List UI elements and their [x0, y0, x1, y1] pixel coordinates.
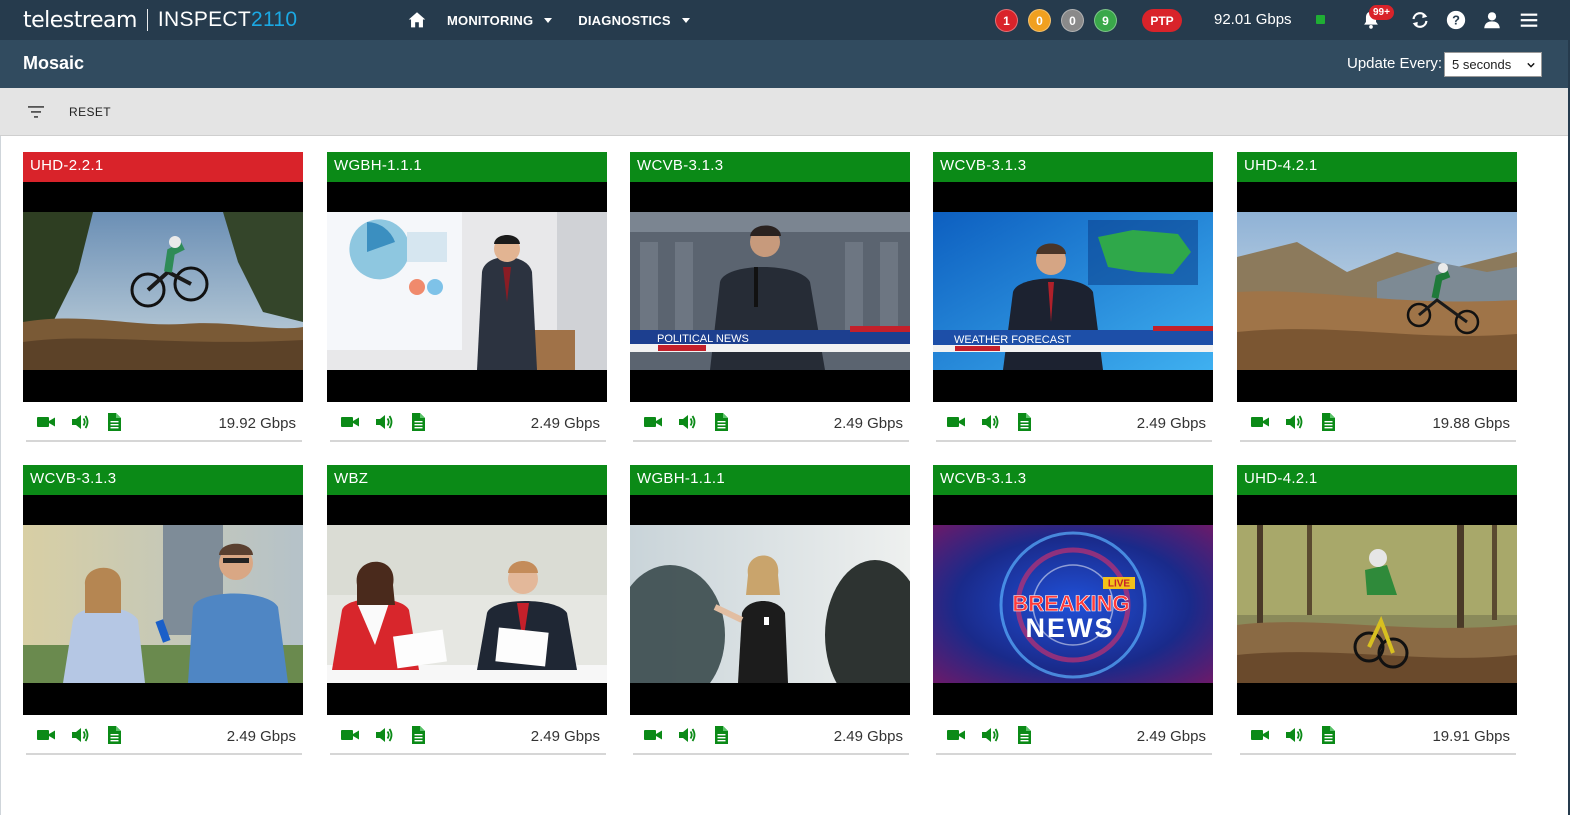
stream-tile[interactable]: WCVB-3.1.3 2.49 Gbps — [23, 465, 303, 757]
video-thumbnail — [1237, 212, 1517, 370]
stream-bitrate: 19.88 Gbps — [1432, 415, 1510, 432]
video-thumbnail: POLITICAL NEWS — [630, 212, 910, 370]
video-camera-icon[interactable] — [36, 412, 56, 432]
stream-tile[interactable]: UHD-4.2.1 19.88 Gbps — [1237, 152, 1517, 444]
stream-name[interactable]: WCVB-3.1.3 — [933, 152, 1213, 182]
video-thumbnail — [327, 525, 607, 683]
stream-name[interactable]: WGBH-1.1.1 — [630, 465, 910, 495]
stream-bitrate: 2.49 Gbps — [530, 728, 600, 745]
stream-footer: 2.49 Gbps — [936, 402, 1212, 442]
video-thumbnail — [327, 212, 607, 370]
video-camera-icon[interactable] — [340, 412, 360, 432]
stream-footer: 19.88 Gbps — [1240, 402, 1516, 442]
speaker-icon[interactable] — [677, 725, 697, 745]
stream-name[interactable]: UHD-4.2.1 — [1237, 465, 1517, 495]
video-thumbnail — [1237, 525, 1517, 683]
stream-tile[interactable]: WGBH-1.1.1 2.49 Gbps — [630, 465, 910, 757]
speaker-icon[interactable] — [1284, 412, 1304, 432]
stream-tile[interactable]: WCVB-3.1.3 LIVE BREAKING NEWS 2.49 Gbps — [933, 465, 1213, 757]
video-thumbnail — [23, 525, 303, 683]
stream-tile[interactable]: UHD-4.2.1 19.91 Gbps — [1237, 465, 1517, 757]
video-thumbnail — [630, 525, 910, 683]
stream-tile[interactable]: UHD-2.2.1 19.92 Gbps — [23, 152, 303, 444]
stream-bitrate: 2.49 Gbps — [833, 415, 903, 432]
document-icon[interactable] — [408, 412, 428, 432]
stream-name[interactable]: WGBH-1.1.1 — [327, 152, 607, 182]
video-camera-icon[interactable] — [946, 412, 966, 432]
speaker-icon[interactable] — [374, 725, 394, 745]
speaker-icon[interactable] — [1284, 725, 1304, 745]
stream-footer: 2.49 Gbps — [26, 715, 302, 755]
stream-tile[interactable]: WBZ 2.49 Gbps — [327, 465, 607, 757]
video-camera-icon[interactable] — [643, 725, 663, 745]
stream-name[interactable]: WCVB-3.1.3 — [630, 152, 910, 182]
document-icon[interactable] — [711, 412, 731, 432]
stream-footer: 2.49 Gbps — [330, 715, 606, 755]
lower-third-text: POLITICAL NEWS — [657, 333, 749, 345]
speaker-icon[interactable] — [980, 412, 1000, 432]
video-preview[interactable]: POLITICAL NEWS — [630, 182, 910, 402]
stream-name[interactable]: UHD-4.2.1 — [1237, 152, 1517, 182]
video-preview[interactable] — [327, 495, 607, 715]
stream-footer: 2.49 Gbps — [633, 715, 909, 755]
video-preview[interactable] — [1237, 182, 1517, 402]
video-preview[interactable] — [327, 182, 607, 402]
live-tag-text: LIVE — [1108, 579, 1131, 590]
video-thumbnail: WEATHER FORECAST — [933, 212, 1213, 370]
video-preview[interactable] — [23, 182, 303, 402]
video-thumbnail — [23, 212, 303, 370]
stream-footer: 19.92 Gbps — [26, 402, 302, 442]
document-icon[interactable] — [711, 725, 731, 745]
headline-text: NEWS — [1026, 613, 1115, 643]
stream-bitrate: 2.49 Gbps — [1136, 415, 1206, 432]
stream-bitrate: 2.49 Gbps — [1136, 728, 1206, 745]
document-icon[interactable] — [1014, 412, 1034, 432]
document-icon[interactable] — [104, 725, 124, 745]
video-preview[interactable]: LIVE BREAKING NEWS — [933, 495, 1213, 715]
video-camera-icon[interactable] — [946, 725, 966, 745]
stream-name[interactable]: WCVB-3.1.3 — [933, 465, 1213, 495]
lower-third-text: WEATHER FORECAST — [954, 334, 1071, 346]
video-camera-icon[interactable] — [36, 725, 56, 745]
stream-bitrate: 19.91 Gbps — [1432, 728, 1510, 745]
stream-name[interactable]: UHD-2.2.1 — [23, 152, 303, 182]
speaker-icon[interactable] — [374, 412, 394, 432]
stream-footer: 19.91 Gbps — [1240, 715, 1516, 755]
stream-name[interactable]: WBZ — [327, 465, 607, 495]
mosaic-grid: UHD-2.2.1 19.92 Gbps WGBH-1.1.1 2.49 Gbp… — [0, 0, 1570, 815]
document-icon[interactable] — [1318, 725, 1338, 745]
speaker-icon[interactable] — [677, 412, 697, 432]
stream-tile[interactable]: WGBH-1.1.1 2.49 Gbps — [327, 152, 607, 444]
stream-footer: 2.49 Gbps — [330, 402, 606, 442]
document-icon[interactable] — [1014, 725, 1034, 745]
document-icon[interactable] — [1318, 412, 1338, 432]
stream-footer: 2.49 Gbps — [936, 715, 1212, 755]
video-preview[interactable]: WEATHER FORECAST — [933, 182, 1213, 402]
stream-bitrate: 2.49 Gbps — [833, 728, 903, 745]
video-preview[interactable] — [1237, 495, 1517, 715]
video-preview[interactable] — [23, 495, 303, 715]
stream-tile[interactable]: WCVB-3.1.3 POLITICAL NEWS 2.49 Gbps — [630, 152, 910, 444]
stream-bitrate: 2.49 Gbps — [226, 728, 296, 745]
document-icon[interactable] — [408, 725, 428, 745]
video-preview[interactable] — [630, 495, 910, 715]
speaker-icon[interactable] — [980, 725, 1000, 745]
stream-footer: 2.49 Gbps — [633, 402, 909, 442]
stream-tile[interactable]: WCVB-3.1.3 WEATHER FORECAST 2.49 Gbps — [933, 152, 1213, 444]
video-camera-icon[interactable] — [643, 412, 663, 432]
speaker-icon[interactable] — [70, 725, 90, 745]
video-camera-icon[interactable] — [1250, 725, 1270, 745]
stream-bitrate: 19.92 Gbps — [218, 415, 296, 432]
video-camera-icon[interactable] — [340, 725, 360, 745]
video-camera-icon[interactable] — [1250, 412, 1270, 432]
stream-name[interactable]: WCVB-3.1.3 — [23, 465, 303, 495]
video-thumbnail: LIVE BREAKING NEWS — [933, 525, 1213, 683]
speaker-icon[interactable] — [70, 412, 90, 432]
stream-bitrate: 2.49 Gbps — [530, 415, 600, 432]
document-icon[interactable] — [104, 412, 124, 432]
